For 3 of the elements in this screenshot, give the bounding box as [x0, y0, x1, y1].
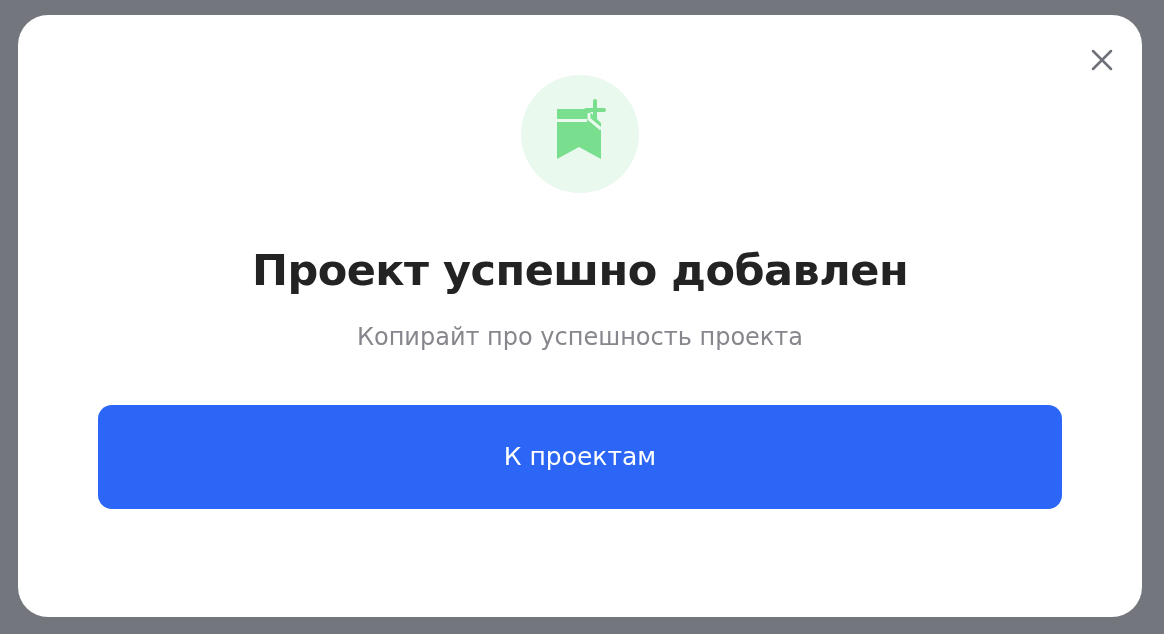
dialog-title: Проект успешно добавлен [250, 245, 910, 297]
projects-button[interactable]: К проектам [98, 404, 1062, 509]
dialog-subtitle: Копирайт про успешность проекта [355, 321, 805, 353]
